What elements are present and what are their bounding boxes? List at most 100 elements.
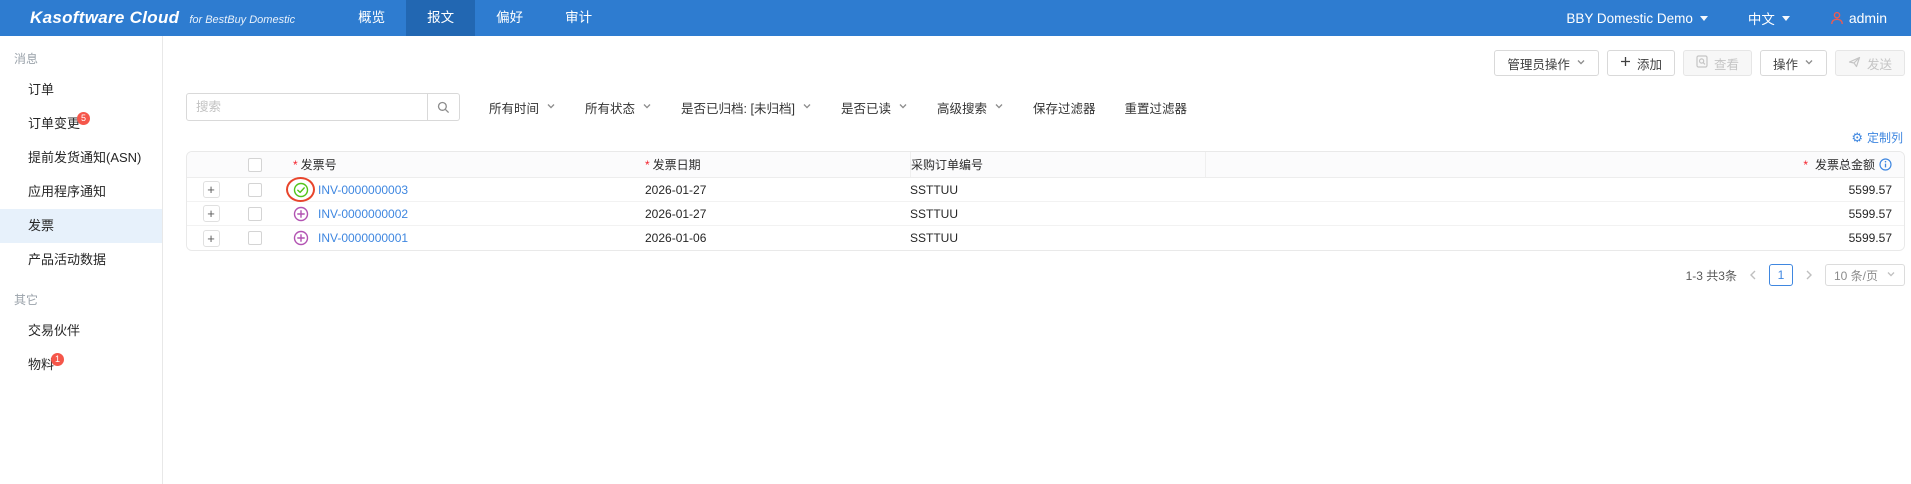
column-header-invoice-no[interactable]: * 发票号	[275, 156, 645, 173]
info-icon[interactable]	[1879, 158, 1892, 171]
chevron-down-icon	[802, 100, 812, 114]
top-nav-tabs: 概览 报文 偏好 审计	[337, 0, 613, 36]
tab-preferences[interactable]: 偏好	[475, 0, 544, 36]
org-selector-label: BBY Domestic Demo	[1566, 11, 1693, 26]
next-page-button[interactable]	[1804, 269, 1814, 281]
table-row: + INV-0000000001 2026-01-06 SSTTUU 5599.…	[187, 226, 1904, 250]
admin-actions-button[interactable]: 管理员操作	[1494, 50, 1599, 76]
chevron-down-icon	[994, 100, 1004, 114]
invoice-table: * 发票号 * 发票日期 采购订单编号 * 发票总金额 +	[186, 151, 1905, 251]
reset-filter-button[interactable]: 重置过滤器	[1124, 98, 1187, 117]
pagination: 1-3 共3条 1 10 条/页	[164, 264, 1905, 286]
status-check-circle-icon	[293, 182, 309, 198]
row-checkbox[interactable]	[248, 183, 262, 197]
filter-time-dropdown[interactable]: 所有时间	[489, 98, 556, 117]
advanced-search-dropdown[interactable]: 高级搜索	[937, 98, 1004, 117]
expand-row-button[interactable]: +	[203, 181, 220, 198]
select-all-checkbox[interactable]	[248, 158, 262, 172]
user-menu[interactable]: admin	[1830, 10, 1887, 26]
search-button[interactable]	[428, 93, 460, 121]
sidebar-item-app-notifications[interactable]: 应用程序通知	[0, 175, 162, 209]
page-number-button[interactable]: 1	[1769, 264, 1793, 286]
column-header-po-number[interactable]: 采购订单编号	[910, 152, 1205, 177]
view-button[interactable]: 查看	[1683, 50, 1752, 76]
user-name: admin	[1849, 10, 1887, 26]
sidebar-item-trading-partners[interactable]: 交易伙伴	[0, 314, 162, 348]
column-header-total-amount[interactable]: * 发票总金额	[1664, 156, 1904, 173]
filter-archived-dropdown[interactable]: 是否已归档: [未归档]	[681, 98, 812, 117]
search-input[interactable]	[186, 93, 428, 121]
total-amount-cell: 5599.57	[1664, 207, 1904, 221]
plus-icon	[1620, 56, 1631, 70]
document-search-icon	[1696, 55, 1708, 71]
topbar-right: BBY Domestic Demo 中文 admin	[1566, 8, 1911, 28]
brand: Kasoftware Cloud for BestBuy Domestic	[0, 8, 295, 28]
expand-row-button[interactable]: +	[203, 205, 220, 222]
row-checkbox[interactable]	[248, 207, 262, 221]
invoice-cell: INV-0000000003	[275, 182, 645, 198]
table-row: + INV-0000000003 2026-01-27 SSTTUU 5599.…	[187, 178, 1904, 202]
table-row: + INV-0000000002 2026-01-27 SSTTUU 5599.…	[187, 202, 1904, 226]
actions-button[interactable]: 操作	[1760, 50, 1827, 76]
main-content: 管理员操作 添加 查看 操作 发送 所有时间	[164, 36, 1911, 484]
sidebar: 消息 订单 订单变更5 提前发货通知(ASN) 应用程序通知 发票 产品活动数据…	[0, 36, 163, 484]
search-group	[186, 93, 460, 121]
sidebar-item-orders[interactable]: 订单	[0, 73, 162, 107]
sidebar-item-invoices[interactable]: 发票	[0, 209, 162, 243]
chevron-down-icon	[642, 100, 652, 114]
gear-icon: ⚙	[1851, 131, 1863, 144]
status-plus-circle-icon	[293, 206, 309, 222]
chevron-down-icon	[1804, 56, 1814, 70]
column-header-invoice-date[interactable]: * 发票日期	[645, 156, 910, 173]
invoice-date-cell: 2026-01-06	[645, 231, 910, 245]
sidebar-item-product-activity[interactable]: 产品活动数据	[0, 243, 162, 277]
filter-read-dropdown[interactable]: 是否已读	[841, 98, 908, 117]
row-select-cell	[235, 207, 275, 221]
sidebar-item-order-changes[interactable]: 订单变更5	[0, 107, 162, 141]
table-header-row: * 发票号 * 发票日期 采购订单编号 * 发票总金额	[187, 152, 1904, 178]
page-size-selector[interactable]: 10 条/页	[1825, 264, 1905, 286]
filter-status-dropdown[interactable]: 所有状态	[585, 98, 652, 117]
tab-overview[interactable]: 概览	[337, 0, 406, 36]
notification-badge: 1	[51, 353, 64, 366]
sidebar-item-asn[interactable]: 提前发货通知(ASN)	[0, 141, 162, 175]
po-number-cell: SSTTUU	[910, 207, 1205, 221]
invoice-link[interactable]: INV-0000000003	[318, 183, 408, 197]
caret-down-icon	[1700, 16, 1708, 21]
language-selector[interactable]: 中文	[1748, 8, 1790, 28]
send-button[interactable]: 发送	[1835, 50, 1905, 76]
expand-row-button[interactable]: +	[203, 230, 220, 247]
po-number-cell: SSTTUU	[910, 183, 1205, 197]
caret-down-icon	[1782, 16, 1790, 21]
select-all-cell	[235, 158, 275, 172]
total-amount-cell: 5599.57	[1664, 183, 1904, 197]
save-filter-button[interactable]: 保存过滤器	[1033, 98, 1096, 117]
sidebar-section-other: 其它	[0, 277, 162, 314]
sidebar-item-materials[interactable]: 物料1	[0, 348, 162, 382]
row-checkbox[interactable]	[248, 231, 262, 245]
chevron-down-icon	[1576, 56, 1586, 70]
send-icon	[1848, 56, 1861, 71]
org-selector[interactable]: BBY Domestic Demo	[1566, 11, 1708, 26]
column-header-blank	[1205, 152, 1664, 177]
invoice-link[interactable]: INV-0000000002	[318, 207, 408, 221]
po-number-cell: SSTTUU	[910, 231, 1205, 245]
customize-columns-link[interactable]: ⚙ 定制列	[1851, 129, 1903, 146]
invoice-link[interactable]: INV-0000000001	[318, 231, 408, 245]
status-plus-circle-icon	[293, 230, 309, 246]
brand-logo: Kasoftware Cloud	[30, 8, 179, 28]
row-select-cell	[235, 231, 275, 245]
required-marker: *	[293, 158, 298, 172]
add-button[interactable]: 添加	[1607, 50, 1675, 76]
chevron-down-icon	[1886, 268, 1896, 282]
tab-messages[interactable]: 报文	[406, 0, 475, 36]
notification-badge: 5	[77, 112, 90, 125]
customize-columns-row: ⚙ 定制列	[164, 121, 1911, 151]
sidebar-section-messages: 消息	[0, 36, 162, 73]
prev-page-button[interactable]	[1748, 269, 1758, 281]
invoice-date-cell: 2026-01-27	[645, 183, 910, 197]
tab-audit[interactable]: 审计	[544, 0, 613, 36]
invoice-cell: INV-0000000001	[275, 230, 645, 246]
search-icon	[437, 101, 450, 114]
filter-bar: 所有时间 所有状态 是否已归档: [未归档] 是否已读 高级搜索 保存过滤器 重…	[186, 93, 1911, 121]
